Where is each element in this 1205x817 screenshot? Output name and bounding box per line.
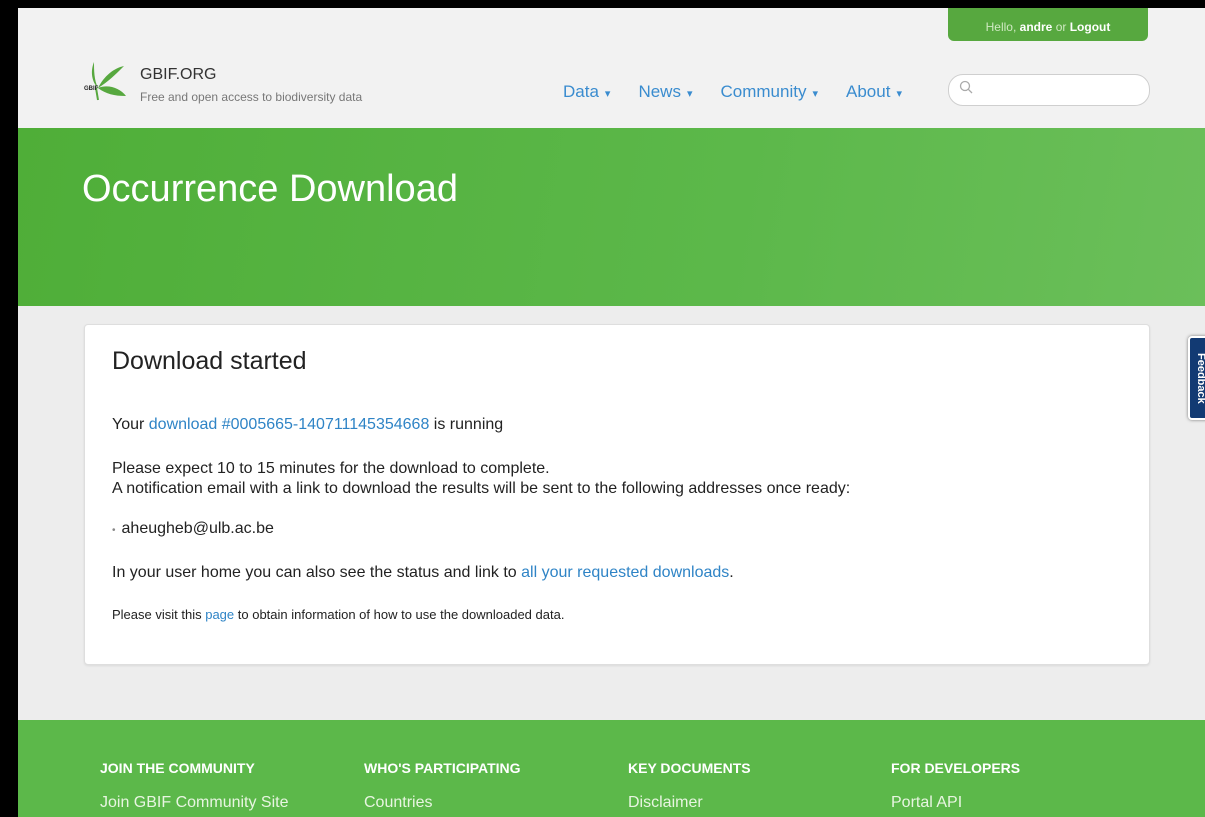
nav-item-data[interactable]: Data ▾ (563, 82, 610, 102)
download-card: Download started Your download #0005665-… (84, 324, 1150, 665)
nav-item-community[interactable]: Community ▾ (721, 82, 819, 102)
nav-item-about[interactable]: About ▾ (846, 82, 902, 102)
footer-heading: FOR DEVELOPERS (891, 760, 1021, 776)
footer-heading: JOIN THE COMMUNITY (100, 760, 255, 776)
main-nav: Data ▾ News ▾ Community ▾ About ▾ (563, 82, 902, 102)
email-list-item: • aheugheb@ulb.ac.be (112, 519, 274, 541)
site-name[interactable]: GBIF.ORG (140, 66, 216, 84)
bullet-icon: • (112, 525, 116, 536)
footer-link[interactable]: Disclaimer (628, 794, 751, 812)
logout-link[interactable]: Logout (1070, 20, 1111, 34)
browser-viewport: Hello, andre or Logout GBIF GBIF.ORG Fre… (18, 8, 1205, 817)
search-icon (959, 80, 973, 94)
user-bar: Hello, andre or Logout (948, 8, 1148, 41)
separator-text: or (1055, 20, 1067, 34)
search-input[interactable] (979, 81, 1143, 99)
footer-link[interactable]: Join GBIF Community Site (100, 794, 289, 812)
footer-heading: KEY DOCUMENTS (628, 760, 751, 776)
greeting-text: Hello, (985, 20, 1017, 34)
page-hero: Occurrence Download (18, 128, 1205, 306)
nav-item-news[interactable]: News ▾ (638, 82, 692, 102)
expectation-text: Please expect 10 to 15 minutes for the d… (112, 460, 851, 497)
footer-link[interactable]: Portal API (891, 794, 1020, 812)
site-header: Hello, andre or Logout GBIF GBIF.ORG Fre… (18, 8, 1205, 128)
footer-column-developers: FOR DEVELOPERS Portal API (891, 760, 1020, 812)
chevron-down-icon: ▾ (812, 88, 818, 100)
search-box (948, 74, 1150, 106)
gbif-logo[interactable]: GBIF (80, 58, 130, 104)
footer-column-community: JOIN THE COMMUNITY Join GBIF Community S… (100, 760, 289, 812)
footer-link[interactable]: Countries (364, 794, 521, 812)
site-tagline: Free and open access to biodiversity dat… (140, 90, 363, 104)
footer-column-participating: WHO'S PARTICIPATING Countries (364, 760, 521, 812)
logo-text: GBIF (84, 86, 99, 92)
usage-page-link[interactable]: page (205, 607, 234, 622)
usage-info-text: Please visit this page to obtain informa… (112, 607, 565, 622)
feedback-tab[interactable]: Feedback (1188, 336, 1205, 420)
download-link[interactable]: download #0005665-140711145354668 (149, 416, 430, 433)
footer-heading: WHO'S PARTICIPATING (364, 760, 521, 776)
page-title: Occurrence Download (82, 168, 458, 210)
leaf-icon (91, 62, 126, 101)
chevron-down-icon: ▾ (896, 88, 902, 100)
site-footer: JOIN THE COMMUNITY Join GBIF Community S… (18, 720, 1205, 817)
email-address: aheugheb@ulb.ac.be (121, 520, 274, 537)
chevron-down-icon: ▾ (604, 88, 611, 100)
card-title: Download started (112, 347, 307, 375)
requested-downloads-link[interactable]: all your requested downloads (521, 564, 729, 581)
chevron-down-icon: ▾ (686, 88, 693, 100)
download-status-text: Your download #0005665-140711145354668 i… (112, 416, 504, 433)
user-home-text: In your user home you can also see the s… (112, 564, 734, 581)
footer-column-documents: KEY DOCUMENTS Disclaimer (628, 760, 751, 812)
username-link[interactable]: andre (1020, 20, 1053, 34)
